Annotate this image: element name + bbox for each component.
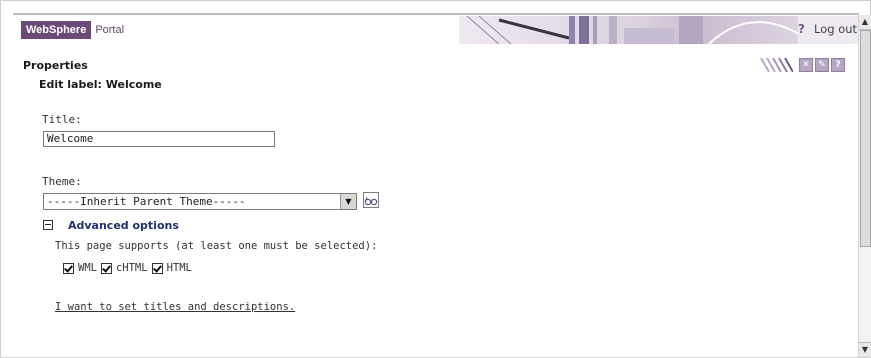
chtml-label: cHTML	[115, 262, 148, 274]
preview-glasses-icon	[364, 196, 378, 206]
help-icon[interactable]: ?	[798, 22, 805, 36]
preview-theme-icon[interactable]	[363, 192, 379, 208]
portlet-toolbar: ✕ ✎ ?	[759, 58, 853, 74]
supports-instruction: This page supports (at least one must be…	[55, 240, 378, 252]
html-checkbox[interactable]	[151, 262, 163, 274]
wml-checkbox[interactable]	[63, 262, 74, 274]
properties-portlet: Properties Edit label: Welcome ✕ ✎ ? Tit…	[23, 53, 853, 343]
theme-selected-value: -----Inherit Parent Theme-----	[47, 195, 246, 208]
wml-label: WML	[78, 262, 97, 274]
portal-header: WebSphere Portal ? Log out	[15, 16, 861, 44]
logo-brand: WebSphere	[21, 21, 92, 39]
portal-window: WebSphere Portal ? Log out ▲ ▼ Propertie…	[0, 0, 871, 358]
collapse-advanced-icon[interactable]	[43, 220, 53, 230]
title-input[interactable]: Welcome	[43, 131, 275, 147]
banner-art	[466, 16, 799, 44]
configure-wrench-icon[interactable]: ✕	[799, 58, 813, 72]
websphere-portal-logo: WebSphere Portal	[21, 21, 124, 39]
chevron-down-icon[interactable]: ▼	[340, 194, 356, 209]
theme-select[interactable]: -----Inherit Parent Theme----- ▼	[43, 193, 357, 210]
title-label: Title:	[42, 113, 82, 126]
edit-pencil-icon[interactable]: ✎	[815, 58, 829, 72]
toolbar-stripe-decoration	[760, 58, 793, 72]
advanced-options-label[interactable]: Advanced options	[68, 219, 179, 232]
theme-label: Theme:	[42, 175, 82, 188]
markup-checkboxes: WML cHTML HTML	[63, 262, 196, 274]
scroll-down-arrow-icon[interactable]: ▼	[859, 342, 871, 357]
edit-label-heading: Edit label: Welcome	[39, 78, 162, 91]
chtml-checkbox[interactable]	[100, 262, 112, 274]
set-titles-link[interactable]: I want to set titles and descriptions.	[55, 301, 295, 313]
top-divider	[13, 13, 859, 15]
logo-product: Portal	[95, 24, 125, 36]
scroll-thumb[interactable]	[860, 30, 871, 247]
page-title: Properties	[23, 59, 88, 72]
help-question-icon[interactable]: ?	[831, 58, 845, 72]
header-banner-graphic	[459, 16, 799, 44]
logout-link[interactable]: Log out	[814, 22, 857, 36]
scroll-up-arrow-icon[interactable]: ▲	[859, 15, 871, 30]
vertical-scrollbar[interactable]: ▲ ▼	[858, 15, 871, 357]
html-label: HTML	[166, 262, 192, 274]
help-logout-area: ? Log out	[798, 16, 861, 44]
